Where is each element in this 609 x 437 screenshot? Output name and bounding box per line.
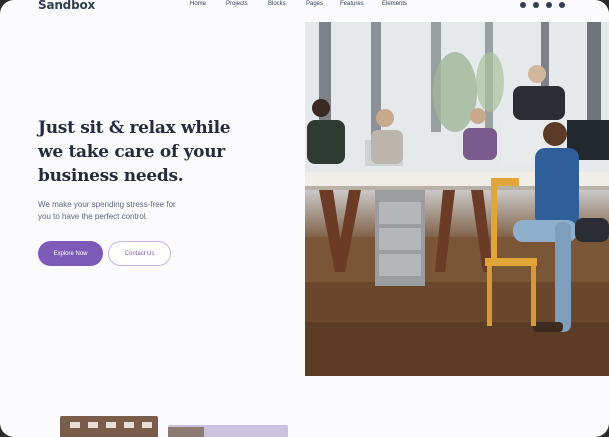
hero-headline-line-1: Just sit & relax while [38,118,231,138]
nav-item-features[interactable]: Features [340,1,382,7]
social-links [520,2,565,8]
nav-item-home[interactable]: Home [190,1,226,7]
hero-image [305,22,609,376]
browser-viewport: Sandbox Home Projects Blocks Pages Featu… [0,0,609,437]
hero-lead-line-1: We make your spending stress-free for [38,200,176,209]
nav-item-projects[interactable]: Projects [226,1,268,7]
contact-us-button[interactable]: Contact Us [108,241,171,266]
hero-headline-line-2: we take care of your [38,142,225,162]
explore-now-button[interactable]: Explore Now [38,241,103,266]
hero-headline: Just sit & relax while we take care of y… [38,116,268,188]
brand-logo[interactable]: Sandbox [38,0,95,12]
twitter-icon[interactable] [520,2,526,8]
office-team-photo [305,22,609,376]
nav-item-elements[interactable]: Elements [382,1,412,7]
hero-headline-line-3: business needs. [38,166,184,186]
main-nav: Home Projects Blocks Pages Features Elem… [190,1,412,7]
hero-lead: We make your spending stress-free for yo… [38,199,248,223]
facebook-icon[interactable] [533,2,539,8]
instagram-icon[interactable] [559,2,565,8]
next-section-image-3 [168,427,204,437]
nav-item-pages[interactable]: Pages [306,1,340,7]
nav-item-blocks[interactable]: Blocks [268,1,306,7]
dribbble-icon[interactable] [546,2,552,8]
hero-lead-line-2: you to have the perfect control. [38,212,148,221]
next-section-image [60,416,158,437]
